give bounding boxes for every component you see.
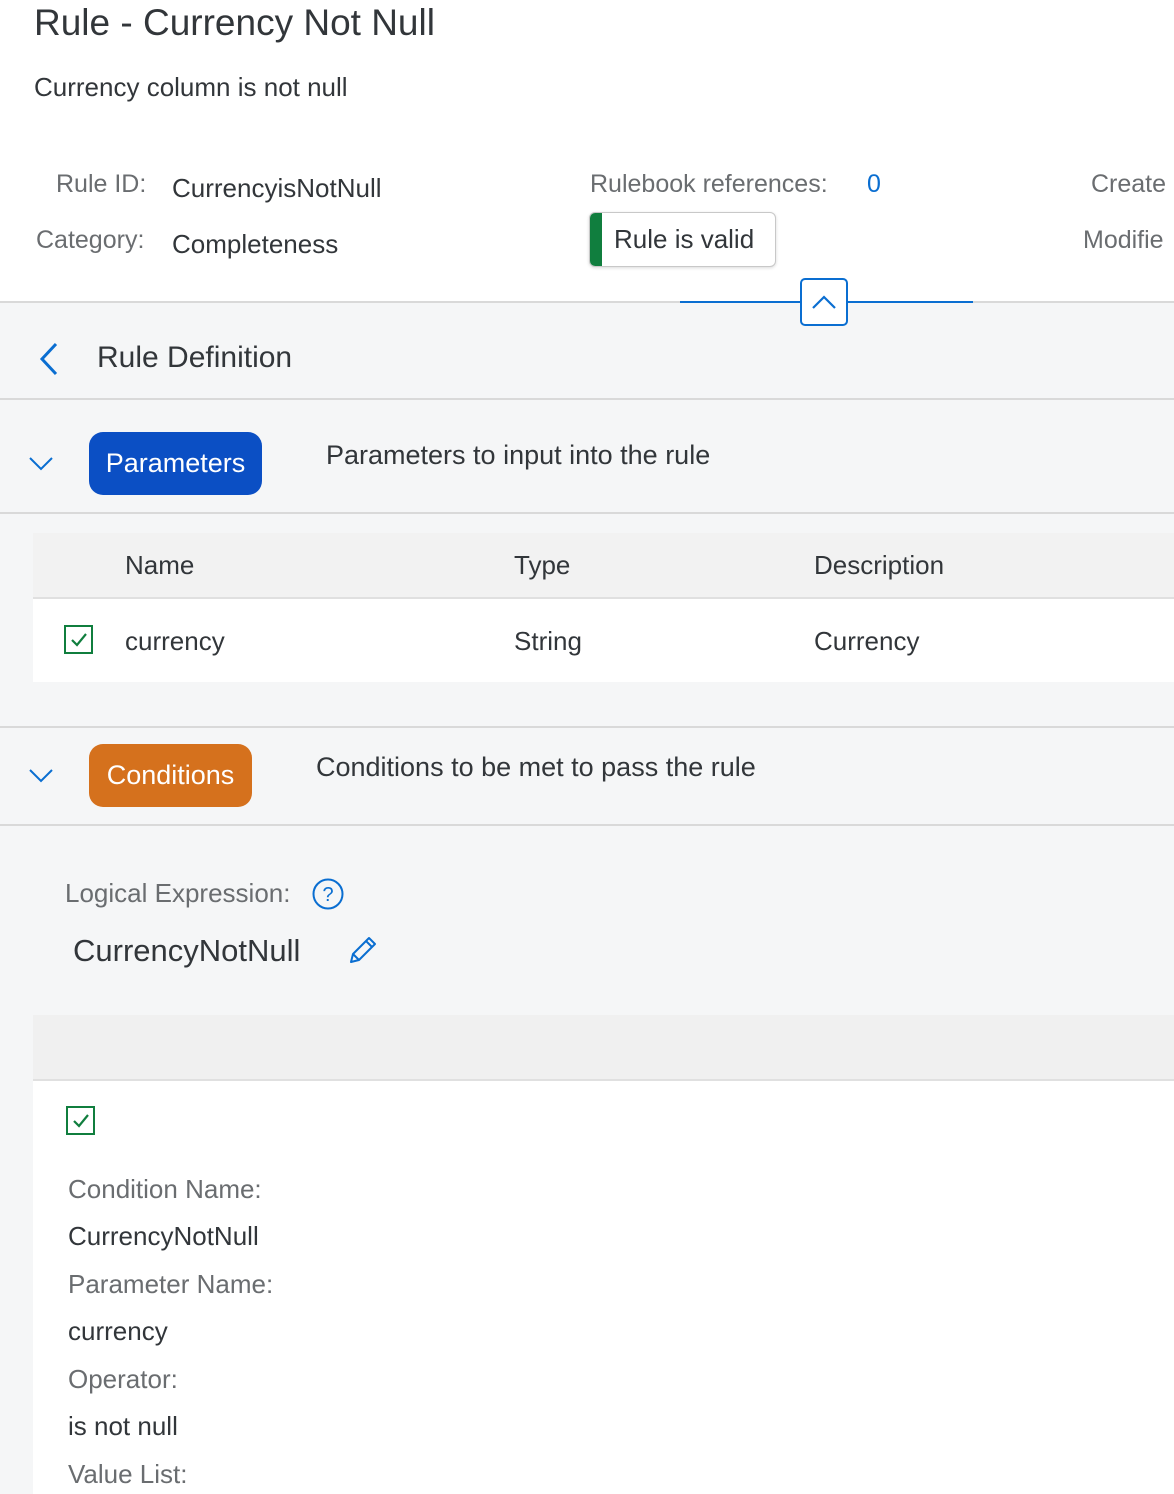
parameters-table-header: Name Type Description [33, 533, 1174, 599]
rulebook-references-link[interactable]: 0 [867, 170, 881, 199]
created-label: Create [1091, 170, 1167, 198]
column-header-description[interactable]: Description [814, 550, 944, 581]
value-list-label: Value List: [68, 1459, 188, 1489]
rule-definition-title: Rule Definition [97, 341, 293, 374]
svg-text:?: ? [322, 884, 333, 906]
page-subtitle: Currency column is not null [34, 72, 348, 102]
rule-header: Rule - Currency Not Null Currency column… [0, 0, 1174, 303]
column-header-type[interactable]: Type [514, 550, 570, 581]
status-text: Rule is valid [614, 224, 755, 254]
chevron-left-icon[interactable] [36, 341, 62, 377]
rule-id-value: CurrencyisNotNull [172, 173, 382, 203]
checkmark-icon [72, 1113, 89, 1128]
rule-valid-status-badge: Rule is valid [589, 212, 776, 267]
parameter-name-cell: currency [125, 626, 225, 656]
logical-expression-value: CurrencyNotNull [73, 933, 301, 968]
condition-checkbox[interactable] [66, 1106, 95, 1135]
operator-label: Operator: [68, 1364, 178, 1394]
parameters-description: Parameters to input into the rule [326, 440, 711, 470]
checkmark-icon [70, 632, 87, 647]
conditions-table: Condition Name: CurrencyNotNull Paramete… [33, 1015, 1174, 1494]
chevron-down-icon[interactable] [28, 456, 54, 472]
chevron-down-icon[interactable] [28, 768, 54, 784]
column-header-name[interactable]: Name [125, 550, 194, 581]
rule-id-label: Rule ID: [56, 170, 147, 198]
row-checkbox[interactable] [64, 625, 93, 654]
question-circle-icon[interactable]: ? [312, 878, 344, 910]
parameters-table: Name Type Description currency String Cu… [33, 533, 1174, 682]
collapse-divider-right [848, 301, 973, 303]
status-indicator-bar [590, 213, 602, 266]
category-label: Category: [36, 226, 145, 254]
operator-value: is not null [68, 1411, 178, 1441]
condition-name-label: Condition Name: [68, 1174, 262, 1204]
parameter-name-value: currency [68, 1316, 168, 1346]
conditions-description: Conditions to be met to pass the rule [316, 752, 756, 782]
parameter-name-label: Parameter Name: [68, 1269, 274, 1299]
pencil-icon[interactable] [347, 934, 379, 966]
collapse-divider-left [680, 301, 800, 303]
condition-name-value: CurrencyNotNull [68, 1221, 259, 1251]
page-title: Rule - Currency Not Null [34, 2, 435, 43]
category-value: Completeness [172, 229, 339, 259]
parameter-description-cell: Currency [814, 626, 920, 656]
conditions-table-header [33, 1015, 1174, 1081]
rulebook-references-label: Rulebook references: [590, 170, 828, 198]
parameter-type-cell: String [514, 626, 582, 656]
logical-expression-label: Logical Expression: [65, 878, 291, 908]
parameters-pill[interactable]: Parameters [89, 432, 262, 495]
modified-label: Modifie [1083, 226, 1164, 254]
conditions-pill[interactable]: Conditions [89, 744, 252, 807]
